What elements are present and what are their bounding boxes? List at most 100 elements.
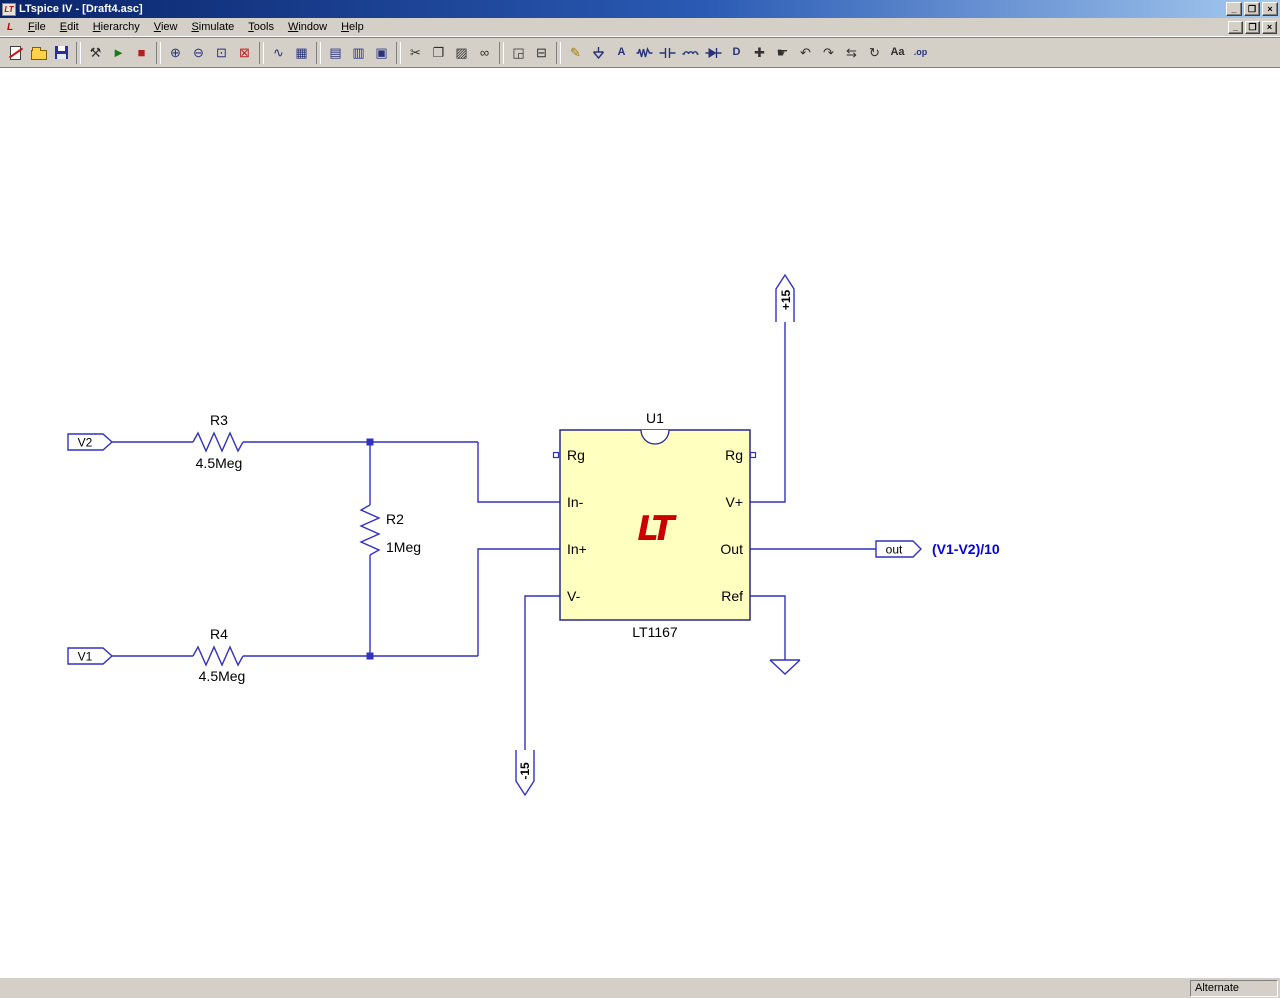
toolbar-separator — [316, 41, 321, 64]
toolbar-separator — [156, 41, 161, 64]
toolbar-separator — [396, 41, 401, 64]
redo-button[interactable]: ↷ — [817, 41, 840, 65]
grid-icon: ▦ — [295, 45, 308, 60]
tile-vertical-button[interactable]: ▥ — [347, 41, 370, 65]
zoom-back-button[interactable]: ⊖ — [187, 41, 210, 65]
place-ground-button[interactable] — [587, 41, 610, 65]
pin-label-rg-right: Rg — [725, 447, 743, 463]
new-schematic-button[interactable] — [4, 41, 27, 65]
port-v2[interactable]: V2 — [67, 433, 114, 451]
port-out[interactable]: out — [875, 540, 922, 558]
spice-directive-button[interactable]: .op — [909, 41, 932, 65]
ic-u1-ref: U1 — [646, 410, 664, 426]
diode-icon — [705, 47, 722, 58]
mdi-close-button[interactable]: × — [1262, 20, 1277, 34]
copy-button[interactable]: ❐ — [427, 41, 450, 65]
cascade-windows-button[interactable]: ▣ — [370, 41, 393, 65]
print-icon: ⊟ — [536, 45, 547, 60]
wire[interactable] — [477, 548, 560, 656]
menu-help[interactable]: Help — [334, 20, 371, 35]
place-capacitor-button[interactable] — [656, 41, 679, 65]
resistor-r2[interactable]: R2 1Meg — [359, 504, 421, 556]
run-button[interactable]: ► — [107, 41, 130, 65]
supply-plus15-label: +15 — [779, 289, 793, 310]
place-inductor-button[interactable] — [679, 41, 702, 65]
save-button[interactable] — [50, 41, 73, 65]
open-file-button[interactable] — [27, 41, 50, 65]
window-title: LTspice IV - [Draft4.asc] — [19, 3, 143, 15]
menu-simulate[interactable]: Simulate — [184, 20, 241, 35]
capacitor-icon — [659, 47, 676, 58]
zoom-full-extents-button[interactable]: ⊡ — [210, 41, 233, 65]
menu-edit[interactable]: Edit — [53, 20, 86, 35]
tile-horizontal-button[interactable]: ▤ — [324, 41, 347, 65]
app-icon: LT — [2, 2, 16, 16]
minimize-button[interactable]: _ — [1226, 2, 1242, 16]
autorange-y-button[interactable]: ∿ — [267, 41, 290, 65]
wire[interactable] — [524, 595, 560, 750]
control-panel-button[interactable]: ⚒ — [84, 41, 107, 65]
titlebar[interactable]: LT LTspice IV - [Draft4.asc] _ ❐ × — [0, 0, 1280, 18]
supply-flag-minus15[interactable]: -15 — [515, 750, 535, 797]
place-diode-button[interactable] — [702, 41, 725, 65]
cut-button[interactable]: ✂ — [404, 41, 427, 65]
schematic-canvas[interactable]: V2 V1 R3 4.5Meg R4 4.5Meg R2 1Meg Rg In-… — [0, 68, 1280, 977]
wires[interactable] — [112, 322, 876, 750]
menu-tools[interactable]: Tools — [241, 20, 281, 35]
paste-icon: ▨ — [455, 45, 468, 60]
supply-flag-plus15[interactable]: +15 — [775, 273, 795, 322]
wire[interactable] — [750, 322, 786, 503]
pin-rg-left — [552, 451, 560, 459]
label-net-icon: A — [617, 46, 626, 58]
place-resistor-button[interactable] — [633, 41, 656, 65]
mirror-button[interactable]: ⇆ — [840, 41, 863, 65]
ic-u1[interactable]: Rg In- In+ V- Rg V+ Out Ref LT U1 LT1167 — [552, 410, 757, 640]
mdi-restore-button[interactable]: ❐ — [1245, 20, 1260, 34]
wire[interactable] — [750, 595, 786, 660]
print-preview-button[interactable]: ◲ — [507, 41, 530, 65]
place-component-button[interactable]: D — [725, 41, 748, 65]
ground-symbol[interactable] — [769, 659, 801, 675]
run-icon: ► — [112, 45, 125, 60]
find-button[interactable]: ∞ — [473, 41, 496, 65]
port-v1[interactable]: V1 — [67, 647, 114, 665]
toolbar-separator — [556, 41, 561, 64]
toolbar-separator — [499, 41, 504, 64]
port-v1-label: V1 — [78, 650, 93, 664]
undo-button[interactable]: ↶ — [794, 41, 817, 65]
wire[interactable] — [477, 442, 560, 503]
junction-dot — [366, 652, 374, 660]
schematic-svg[interactable]: V2 V1 R3 4.5Meg R4 4.5Meg R2 1Meg Rg In-… — [0, 68, 1280, 977]
label-net-button[interactable]: A — [610, 41, 633, 65]
draw-wire-button[interactable]: ✎ — [564, 41, 587, 65]
drag-hand-icon: ☛ — [776, 45, 789, 60]
zoom-fit-button[interactable]: ⊠ — [233, 41, 256, 65]
close-button[interactable]: × — [1262, 2, 1278, 16]
document-icon[interactable]: L — [3, 21, 17, 34]
paste-button[interactable]: ▨ — [450, 41, 473, 65]
move-button[interactable]: ✚ — [748, 41, 771, 65]
pin-label-v-minus: V- — [567, 588, 581, 604]
cut-icon: ✂ — [410, 45, 421, 60]
menu-view[interactable]: View — [147, 20, 185, 35]
pin-label-in-plus: In+ — [567, 541, 587, 557]
halt-button[interactable]: ■ — [130, 41, 153, 65]
zoom-fit-icon: ⊠ — [239, 45, 250, 60]
ic-u1-part: LT1167 — [632, 624, 678, 640]
print-button[interactable]: ⊟ — [530, 41, 553, 65]
drag-button[interactable]: ☛ — [771, 41, 794, 65]
port-v2-label: V2 — [78, 436, 93, 450]
resistor-r4[interactable]: R4 4.5Meg — [192, 626, 245, 684]
pin-label-rg-left: Rg — [567, 447, 585, 463]
grid-button[interactable]: ▦ — [290, 41, 313, 65]
mdi-minimize-button[interactable]: _ — [1228, 20, 1243, 34]
save-floppy-icon — [55, 46, 68, 59]
place-text-button[interactable]: Aa — [886, 41, 909, 65]
resistor-r3[interactable]: R3 4.5Meg — [192, 412, 244, 471]
zoom-area-button[interactable]: ⊕ — [164, 41, 187, 65]
menu-hierarchy[interactable]: Hierarchy — [86, 20, 147, 35]
menu-window[interactable]: Window — [281, 20, 334, 35]
restore-button[interactable]: ❐ — [1244, 2, 1260, 16]
menu-file[interactable]: File — [21, 20, 53, 35]
rotate-button[interactable]: ↻ — [863, 41, 886, 65]
